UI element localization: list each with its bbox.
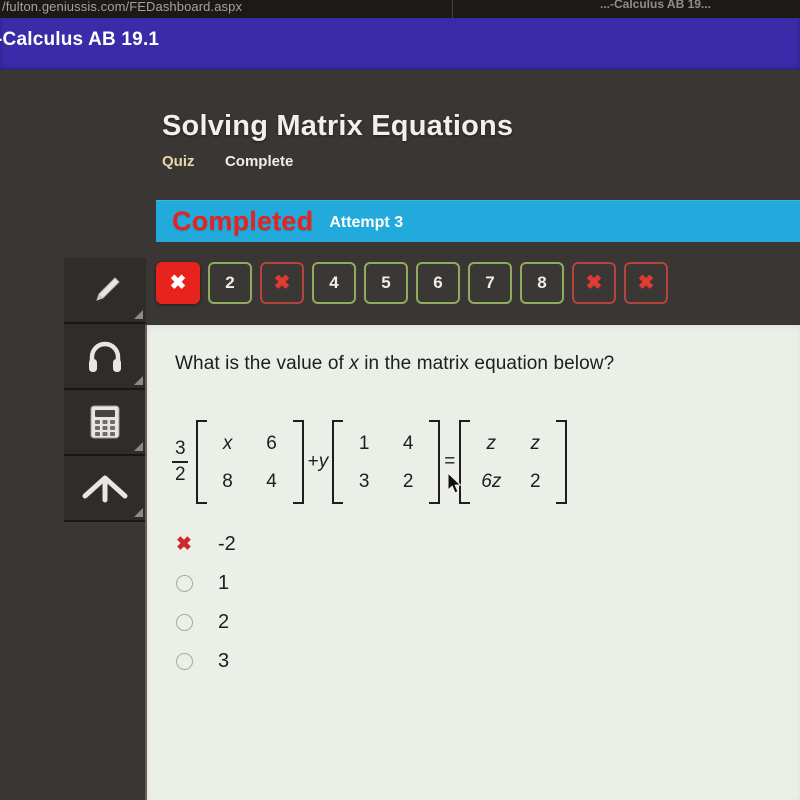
radio-circle-icon[interactable]: [175, 614, 193, 631]
x-icon: ✖: [176, 534, 192, 555]
answer-choice-3[interactable]: 3: [167, 642, 236, 681]
question-number-label: 4: [329, 273, 339, 292]
question-navigator: ✖ 2 ✖ 4 5 6 7 8 ✖ ✖: [156, 262, 668, 304]
radio-button: [167, 653, 201, 670]
quiz-subtitle: Quiz Complete: [162, 153, 513, 171]
question-nav-item-5[interactable]: 5: [364, 262, 408, 304]
matrix-a-cell-2: 8: [222, 470, 233, 492]
attempt-label: Attempt 3: [329, 214, 404, 231]
matrix-b-cell-1: 4: [402, 432, 414, 454]
answer-choice-2[interactable]: 2: [167, 603, 236, 642]
answer-choice-label: -2: [218, 533, 236, 555]
answer-choice-0[interactable]: ✖ -2: [167, 525, 236, 564]
address-bar-url[interactable]: /fulton.geniussis.com/FEDashboard.aspx: [2, 0, 242, 14]
matrix-c: z z 6z 2: [459, 420, 568, 504]
question-nav-item-6[interactable]: 6: [416, 262, 460, 304]
matrix-a-cell-0: x: [222, 432, 233, 454]
prompt-variable: x: [349, 353, 359, 374]
arrow-up-icon: [81, 470, 129, 506]
course-title: -Calculus AB 19.1: [0, 29, 160, 50]
matrix-c-cell-1: z: [530, 432, 541, 454]
question-nav-item-2[interactable]: 2: [208, 262, 252, 304]
radio-circle-icon[interactable]: [175, 575, 193, 592]
matrix-equation: 3 2 x 6 8 4 +y 1 4 3 2 = z z 6z 2: [172, 420, 569, 504]
audio-tool-button[interactable]: [64, 324, 146, 390]
matrix-a: x 6 8 4: [195, 420, 304, 504]
question-number-label: 5: [381, 273, 391, 292]
answer-choice-label: 1: [218, 572, 230, 594]
operator-equals: =: [444, 451, 456, 472]
collapse-tool-button[interactable]: [64, 456, 146, 522]
question-prompt: What is the value of x in the matrix equ…: [175, 353, 614, 375]
matrix-a-cell-3: 4: [266, 470, 277, 492]
screen: /fulton.geniussis.com/FEDashboard.aspx .…: [0, 0, 800, 800]
x-icon: ✖: [273, 272, 291, 294]
question-nav-item-4[interactable]: 4: [312, 262, 356, 304]
chrome-divider: [452, 0, 453, 18]
status-badge: Completed: [172, 205, 314, 236]
answer-choice-label: 3: [218, 650, 230, 672]
highlighter-icon: [85, 270, 125, 310]
fraction-numerator: 3: [175, 438, 186, 460]
highlighter-tool-button[interactable]: [64, 258, 146, 324]
calculator-tool-button[interactable]: [64, 390, 146, 456]
question-number-label: 8: [537, 273, 547, 292]
tool-rail: [64, 258, 146, 522]
headphones-icon: [85, 338, 125, 374]
quiz-kind-label: Quiz: [162, 153, 195, 170]
answer-choices: ✖ -2 1 2 3: [167, 525, 236, 681]
quiz-state-label: Complete: [224, 153, 294, 170]
matrix-a-cell-1: 6: [266, 432, 277, 454]
status-banner: Completed Attempt 3: [156, 200, 800, 242]
quiz-header: Solving Matrix Equations Quiz Complete: [162, 110, 513, 171]
x-icon: ✖: [169, 272, 187, 294]
plus-sign: +: [307, 451, 319, 472]
scalar-y: y: [318, 451, 329, 472]
prompt-part-2: in the matrix equation below?: [358, 353, 615, 374]
question-number-label: 6: [433, 273, 443, 292]
matrix-c-cell-2: 6z: [481, 470, 502, 492]
matrix-c-cell-0: z: [486, 432, 497, 454]
question-panel: What is the value of x in the matrix equ…: [145, 325, 800, 800]
question-nav-item-8[interactable]: 8: [520, 262, 564, 304]
matrix-b-cell-2: 3: [358, 470, 370, 492]
fraction-denominator: 2: [175, 464, 186, 485]
calculator-icon: [87, 402, 123, 442]
fraction-bar: [172, 461, 189, 463]
question-nav-item-3[interactable]: ✖: [260, 262, 304, 304]
question-number-label: 7: [485, 273, 495, 292]
page-title: Solving Matrix Equations: [162, 110, 514, 142]
radio-button: [167, 614, 201, 631]
x-icon: ✖: [585, 272, 603, 294]
matrix-b-cell-3: 2: [402, 470, 414, 492]
question-nav-item-1[interactable]: ✖: [156, 262, 200, 304]
question-nav-item-7[interactable]: 7: [468, 262, 512, 304]
prompt-part-1: What is the value of: [175, 353, 350, 374]
answer-choice-1[interactable]: 1: [167, 564, 236, 603]
matrix-b: 1 4 3 2: [332, 420, 441, 504]
operator-plus-y: +y: [308, 451, 329, 473]
matrix-c-cell-3: 2: [530, 470, 541, 492]
radio-button: [167, 575, 201, 592]
answer-choice-label: 2: [218, 611, 230, 633]
course-banner: -Calculus AB 19.1: [0, 18, 800, 70]
scalar-fraction: 3 2: [172, 439, 189, 485]
question-nav-item-9[interactable]: ✖: [572, 262, 616, 304]
matrix-b-cell-0: 1: [358, 432, 370, 454]
question-nav-item-10[interactable]: ✖: [624, 262, 668, 304]
question-number-label: 2: [225, 273, 235, 292]
browser-tab-title[interactable]: ...-Calculus AB 19...: [600, 0, 711, 11]
browser-chrome: /fulton.geniussis.com/FEDashboard.aspx .…: [0, 0, 800, 18]
incorrect-x-icon: ✖: [167, 535, 201, 554]
radio-circle-icon[interactable]: [175, 653, 193, 670]
x-icon: ✖: [637, 272, 655, 294]
